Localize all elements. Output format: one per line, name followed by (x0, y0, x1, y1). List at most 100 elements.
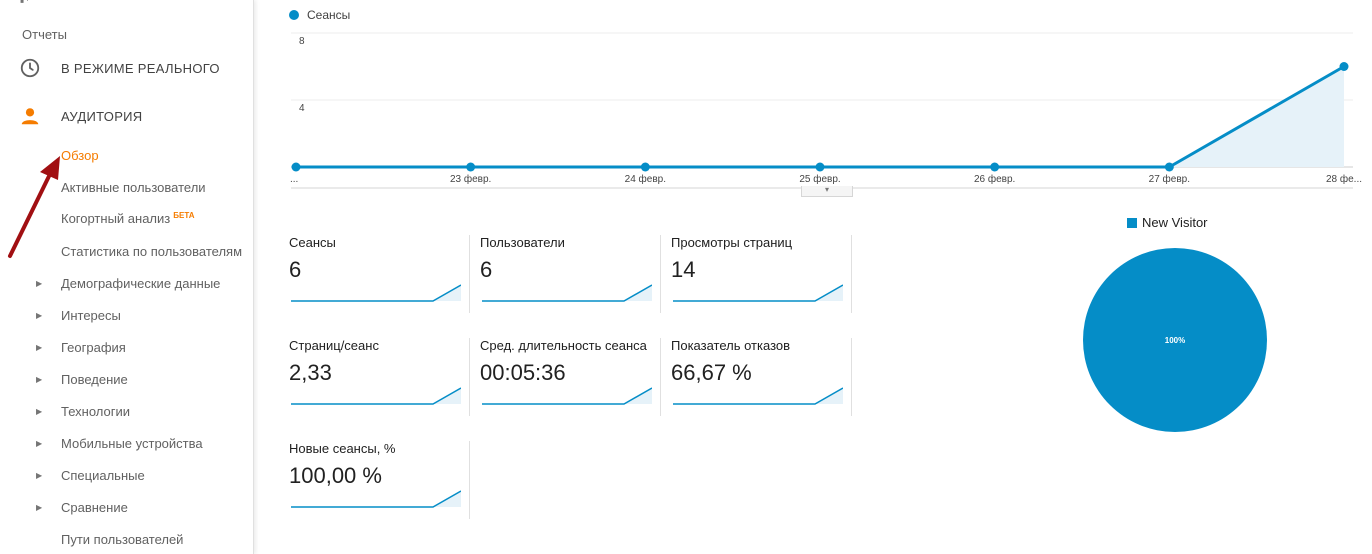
visitor-type-pie-chart: 100% (1083, 248, 1267, 432)
pie-legend-label: New Visitor (1142, 215, 1208, 230)
metric-label: Сеансы (289, 235, 336, 250)
metric-value: 100,00 % (289, 463, 382, 488)
expand-triangle-icon: ▶ (36, 407, 43, 416)
x-tick-label: 26 февр. (974, 173, 1015, 185)
series-line (296, 65, 1345, 169)
sparkline-line (291, 387, 461, 405)
metric-tile[interactable]: Сред. длительность сеанса 00:05:36 (480, 338, 660, 418)
metric-label: Пользователи (480, 235, 565, 250)
expand-triangle-icon: ▶ (36, 279, 43, 288)
metric-tile[interactable]: Сеансы 6 (289, 235, 469, 315)
metric-value: 66,67 % (671, 360, 752, 385)
sidebar-item-custom[interactable]: ▶ Специальные (0, 464, 253, 488)
metric-label: Сред. длительность сеанса (480, 338, 647, 353)
sidebar-item-label: Интересы (61, 308, 121, 323)
data-point (466, 162, 476, 172)
sparkline-line (673, 284, 843, 302)
data-point (640, 162, 650, 172)
audience-label: АУДИТОРИЯ (61, 108, 143, 124)
sparkline-line (673, 387, 843, 405)
sidebar-item-label: Демографические данные (61, 276, 221, 291)
expand-triangle-icon: ▶ (36, 343, 43, 352)
tile-divider (851, 235, 852, 313)
sidebar-item-geo[interactable]: ▶ География (0, 336, 253, 360)
metric-label: Страниц/сеанс (289, 338, 379, 353)
metric-label: Показатель отказов (671, 338, 791, 353)
tile-divider (851, 338, 852, 416)
sidebar-item-label: Мобильные устройства (61, 436, 203, 451)
annotation-arrow-icon (8, 156, 60, 258)
metric-value: 14 (671, 257, 696, 282)
sidebar-item-label: Технологии (61, 404, 131, 419)
metric-value: 00:05:36 (480, 360, 566, 385)
chart-collapse-handle[interactable]: ▾ (801, 186, 853, 197)
metric-label: Просмотры страниц (671, 235, 793, 250)
metric-tile[interactable]: Пользователи 6 (480, 235, 660, 315)
x-tick-label: 28 фе... (1326, 173, 1362, 185)
tile-divider (469, 235, 470, 313)
metric-sparkline (673, 387, 843, 405)
metric-tile[interactable]: Показатель отказов 66,67 % (671, 338, 851, 418)
expand-triangle-icon: ▶ (36, 311, 43, 320)
metric-tile[interactable]: Новые сеансы, % 100,00 % (289, 441, 469, 521)
metric-sparkline (291, 284, 461, 302)
y-tick-label: 4 (299, 103, 305, 114)
sidebar-item-label: Пути пользователей (61, 532, 184, 547)
sidebar: ▪⁺ Отчеты В РЕЖИМЕ РЕАЛЬНОГО АУДИТОРИЯ О… (0, 0, 254, 554)
sidebar-item-behavior[interactable]: ▶ Поведение (0, 368, 253, 392)
metric-tile[interactable]: Просмотры страниц 14 (671, 235, 851, 315)
metric-sparkline (482, 284, 652, 302)
sidebar-item-label: Статистика по пользователям (61, 244, 243, 259)
sidebar-item-demographics[interactable]: ▶ Демографические данные (0, 272, 253, 296)
sidebar-item-text: Когортный анализ БЕТА (61, 207, 194, 231)
y-tick-label: 8 (299, 36, 305, 47)
metric-tile[interactable]: Страниц/сеанс 2,33 (289, 338, 469, 418)
expand-triangle-icon: ▶ (36, 375, 43, 384)
reports-section-title: Отчеты (22, 27, 67, 42)
sidebar-item-label: Специальные (61, 468, 145, 483)
legend-square-icon (1127, 217, 1137, 228)
x-tick-label: 23 февр. (450, 173, 491, 185)
sidebar-item-mobile[interactable]: ▶ Мобильные устройства (0, 432, 253, 456)
sidebar-item-users-flow[interactable]: Пути пользователей (0, 528, 253, 552)
metric-sparkline (482, 387, 652, 405)
clock-icon (20, 58, 40, 78)
audience-menu[interactable]: АУДИТОРИЯ (0, 96, 253, 136)
x-tick-label: 27 февр. (1149, 173, 1190, 185)
tile-divider (469, 338, 470, 416)
data-point (1339, 62, 1349, 71)
metric-sparkline (673, 284, 843, 302)
customization-icon[interactable]: ▪⁺ (20, 0, 34, 8)
expand-triangle-icon: ▶ (36, 439, 43, 448)
sparkline-line (482, 284, 652, 302)
pie-legend[interactable]: New Visitor (1127, 215, 1208, 230)
metric-label: Новые сеансы, % (289, 441, 396, 456)
tile-divider (660, 338, 661, 416)
realtime-label: В РЕЖИМЕ РЕАЛЬНОГО (61, 60, 220, 76)
metric-sparkline (291, 490, 461, 508)
metric-value: 2,33 (289, 360, 332, 385)
sidebar-item-interests[interactable]: ▶ Интересы (0, 304, 253, 328)
sparkline-line (291, 284, 461, 302)
expand-triangle-icon: ▶ (36, 503, 43, 512)
metric-value: 6 (289, 257, 302, 282)
x-tick-label: ... (290, 174, 298, 185)
sidebar-item-benchmarking[interactable]: ▶ Сравнение (0, 496, 253, 520)
sparkline-line (291, 490, 461, 508)
x-tick-label: 24 февр. (625, 173, 666, 185)
x-tick-label: 25 февр. (799, 173, 840, 185)
sidebar-item-label: Поведение (61, 372, 128, 387)
sparkline-line (482, 387, 652, 405)
person-icon (21, 108, 39, 125)
data-point (990, 162, 1000, 172)
beta-badge: БЕТА (173, 211, 195, 220)
tile-divider (469, 441, 470, 519)
tile-divider (660, 235, 661, 313)
pie-slice-label: 100% (1165, 336, 1185, 345)
sidebar-item-label: География (61, 340, 126, 355)
realtime-menu[interactable]: В РЕЖИМЕ РЕАЛЬНОГО (0, 48, 253, 88)
metric-sparkline (291, 387, 461, 405)
expand-triangle-icon: ▶ (36, 471, 43, 480)
sidebar-item-technology[interactable]: ▶ Технологии (0, 400, 253, 424)
data-point (1164, 162, 1174, 172)
